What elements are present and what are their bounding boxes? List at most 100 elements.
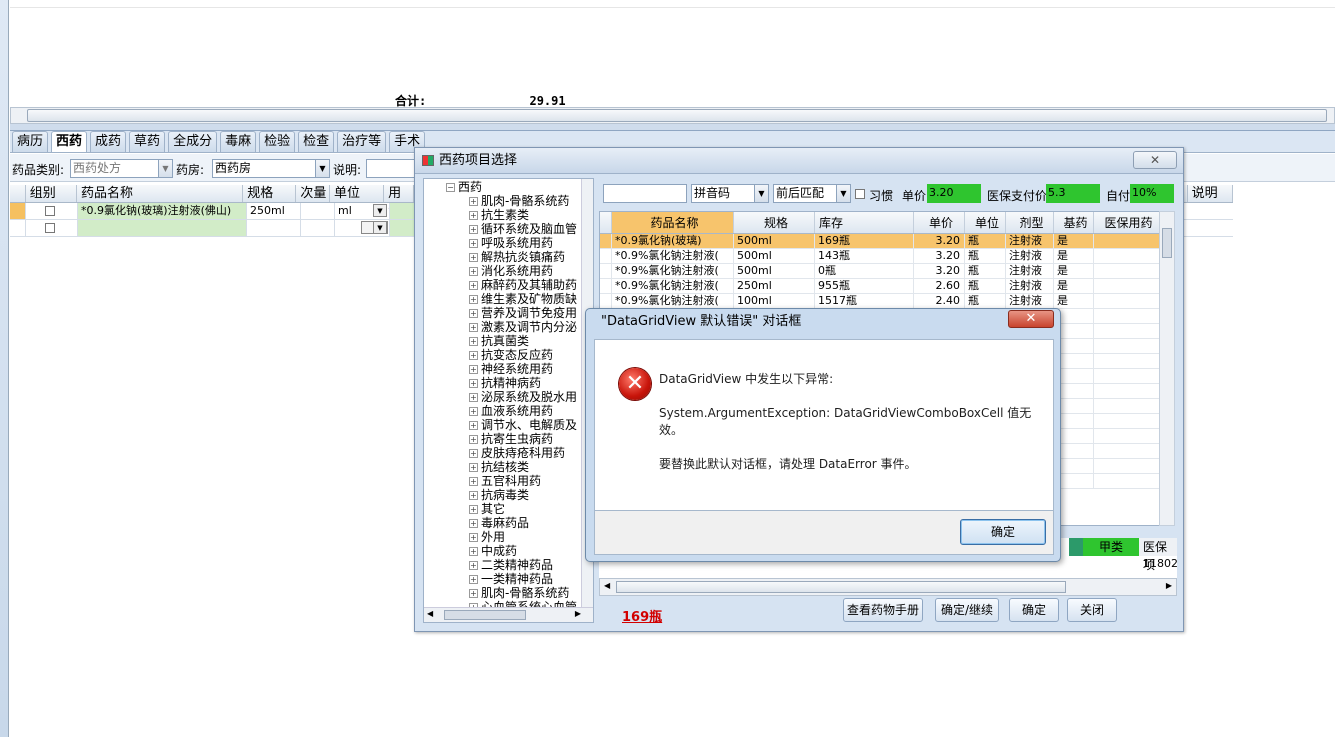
cell-spec: 250ml: [734, 279, 815, 293]
pharmacy-select[interactable]: 西药房 ▼: [212, 159, 330, 178]
unit-combo[interactable]: ▼: [335, 220, 390, 236]
col-spec[interactable]: 规格: [243, 185, 297, 202]
tree-item[interactable]: + 抗结核类: [469, 460, 529, 474]
tree-item[interactable]: + 呼吸系统用药: [469, 236, 553, 250]
col-drug-name[interactable]: 药品名称: [77, 185, 244, 202]
col-group[interactable]: 组别: [26, 185, 77, 202]
dg-col-unit[interactable]: 单位: [965, 212, 1006, 233]
search-input[interactable]: [603, 184, 687, 203]
tree-root[interactable]: − 西药: [446, 180, 482, 194]
ok-button[interactable]: 确定: [960, 519, 1046, 545]
col-unit[interactable]: 单位: [330, 185, 385, 202]
tree-item[interactable]: + 毒麻药品: [469, 516, 529, 530]
close-button[interactable]: 关闭: [1067, 598, 1117, 622]
view-manual-button[interactable]: 查看药物手册: [843, 598, 923, 622]
close-icon[interactable]: ✕: [1133, 151, 1177, 169]
col-note[interactable]: 说明: [1186, 185, 1233, 202]
tree-item[interactable]: + 循环系统及脑血管: [469, 222, 577, 236]
cell-name: *0.9%氯化钠注射液(: [612, 249, 734, 263]
tree-item[interactable]: + 抗病毒类: [469, 488, 529, 502]
tab-3[interactable]: 草药: [129, 131, 166, 152]
dose-cell[interactable]: [301, 203, 335, 219]
table-row[interactable]: *0.9%氯化钠注射液(500ml 143瓶 3.20 瓶注射液是: [600, 249, 1160, 264]
group-checkbox[interactable]: [45, 223, 55, 233]
error-line-2: System.ArgumentException: DataGridViewCo…: [659, 406, 1032, 420]
tree-item[interactable]: + 中成药: [469, 544, 517, 558]
tree-item[interactable]: + 维生素及矿物质缺: [469, 292, 577, 306]
tree-item[interactable]: + 抗寄生虫病药: [469, 432, 553, 446]
error-footer: 确定: [594, 511, 1054, 555]
tree-item[interactable]: + 抗真菌类: [469, 334, 529, 348]
dg-col-base[interactable]: 基药: [1054, 212, 1094, 233]
tree-item[interactable]: + 激素及调节内分泌: [469, 320, 577, 334]
tree-item[interactable]: + 解热抗炎镇痛药: [469, 250, 565, 264]
error-body: ✕ DataGridView 中发生以下异常: System.ArgumentE…: [594, 339, 1054, 511]
cell-name: *0.9%氯化钠注射液(: [612, 264, 734, 278]
horizontal-scrollbar[interactable]: [10, 107, 1335, 124]
table-row[interactable]: *0.9%氯化钠注射液(500ml 0瓶 3.20 瓶注射液是: [600, 264, 1160, 279]
tree-item[interactable]: + 调节水、电解质及: [469, 418, 577, 432]
cell-unit: 瓶: [965, 234, 1006, 248]
tree-item[interactable]: + 神经系统用药: [469, 362, 553, 376]
cell-stock: 1517瓶: [815, 294, 914, 308]
table-row[interactable]: *0.9%氯化钠注射液(250ml 955瓶 2.60 瓶注射液是: [600, 279, 1160, 294]
note-input[interactable]: [366, 159, 416, 178]
tab-1[interactable]: 西药: [51, 131, 88, 152]
tree-item[interactable]: + 抗变态反应药: [469, 348, 553, 362]
tab-4[interactable]: 全成分: [168, 131, 218, 152]
table-row[interactable]: *0.9氯化钠(玻璃) 500ml 169瓶 3.20 瓶注射液是: [600, 234, 1160, 249]
spec-cell: 250ml: [247, 203, 301, 219]
price-value: 3.20: [927, 184, 981, 203]
splitter-handle[interactable]: [10, 124, 1335, 131]
close-icon[interactable]: ✕: [1008, 310, 1054, 328]
tree-item[interactable]: + 泌尿系统及脱水用: [469, 390, 577, 404]
cell-base: 是: [1054, 294, 1094, 308]
dg-col-price[interactable]: 单价: [914, 212, 965, 233]
results-vertical-scrollbar[interactable]: [1159, 211, 1175, 526]
confirm-continue-button[interactable]: 确定/继续: [935, 598, 999, 622]
tab-6[interactable]: 检验: [259, 131, 296, 152]
tab-8[interactable]: 治疗等: [337, 131, 387, 152]
drug-name-cell[interactable]: *0.9氯化钠(玻璃)注射液(佛山): [78, 203, 247, 219]
tree-item[interactable]: + 其它: [469, 502, 505, 516]
unit-combo[interactable]: ml ▼: [335, 203, 390, 219]
stock-link[interactable]: 169瓶: [622, 606, 662, 625]
tab-5[interactable]: 毒麻: [220, 131, 257, 152]
category-select[interactable]: 西药处方 ▼: [70, 159, 173, 178]
dg-col-name[interactable]: 药品名称: [612, 212, 734, 233]
dg-col-insurance[interactable]: 医保用药: [1094, 212, 1160, 233]
dg-col-form[interactable]: 剂型: [1006, 212, 1054, 233]
tree-item[interactable]: + 营养及调节免疫用: [469, 306, 577, 320]
tree-item[interactable]: + 一类精神药品: [469, 572, 553, 586]
tree-item[interactable]: + 肌肉-骨骼系统药: [469, 194, 569, 208]
detail-horizontal-scrollbar[interactable]: ◀ ▶: [599, 578, 1177, 596]
tree-item[interactable]: + 二类精神药品: [469, 558, 553, 572]
dg-col-stock[interactable]: 库存: [815, 212, 914, 233]
drug-dialog-title: 西药项目选择: [415, 148, 1183, 174]
tab-2[interactable]: 成药: [90, 131, 127, 152]
confirm-button[interactable]: 确定: [1009, 598, 1059, 622]
col-dose[interactable]: 次量: [296, 185, 330, 202]
tree-item[interactable]: + 消化系统用药: [469, 264, 553, 278]
tree-item[interactable]: + 皮肤痔疮科用药: [469, 446, 565, 460]
top-partial-row: [10, 0, 1335, 8]
dg-col-spec[interactable]: 规格: [734, 212, 815, 233]
group-checkbox[interactable]: [45, 206, 55, 216]
cell-unit: 瓶: [965, 294, 1006, 308]
habit-checkbox[interactable]: [855, 189, 865, 199]
tree-item[interactable]: + 麻醉药及其辅助药: [469, 278, 577, 292]
tab-7[interactable]: 检查: [298, 131, 335, 152]
tree-item[interactable]: + 外用: [469, 530, 505, 544]
tree-item[interactable]: + 五官科用药: [469, 474, 541, 488]
tree-item[interactable]: + 肌肉-骨骼系统药: [469, 586, 569, 600]
tree-item[interactable]: + 血液系统用药: [469, 404, 553, 418]
table-row[interactable]: *0.9%氯化钠注射液(100ml 1517瓶 2.40 瓶注射液是: [600, 294, 1160, 309]
error-dialog-title: "DataGridView 默认错误" 对话框: [601, 314, 802, 329]
match-mode-select[interactable]: 前后匹配 ▼: [773, 184, 851, 203]
tree-horizontal-scrollbar[interactable]: ◀ ▶: [424, 607, 593, 622]
tab-0[interactable]: 病历: [12, 131, 49, 152]
tree-item[interactable]: + 抗精神病药: [469, 376, 541, 390]
col-usage[interactable]: 用法: [384, 185, 414, 219]
search-mode-select[interactable]: 拼音码 ▼: [691, 184, 769, 203]
tree-item[interactable]: + 抗生素类: [469, 208, 529, 222]
